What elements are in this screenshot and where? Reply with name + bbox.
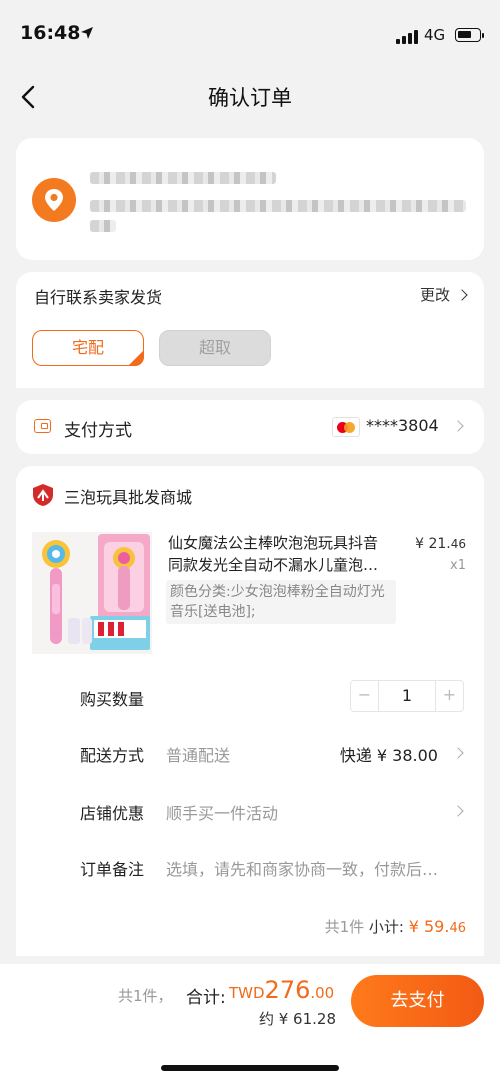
total-count: 共1件， [118,987,173,1005]
total-approx-cny: 约 ¥ 61.28 [258,1010,336,1028]
product-price-int: ¥ 21. [415,536,451,552]
page-title: 确认订单 [208,86,292,110]
shipping-label: 配送方式 [80,746,145,765]
delivery-option-home-label: 宅配 [71,338,104,357]
wallet-icon [34,419,51,433]
chevron-right-icon[interactable] [452,805,464,817]
subtotal-count: 共1件 [324,918,365,936]
home-indicator [161,1065,339,1071]
total-label: 合计: [186,988,226,1008]
product-spec: 颜色分类:少女泡泡棒粉全自动灯光音乐[送电池]; [166,580,396,624]
shop-discount-label: 店铺优惠 [80,804,145,823]
delivery-option-home[interactable]: 宅配 [32,330,144,366]
address-card[interactable] [16,138,484,260]
signal-icon [396,30,418,44]
quantity-minus-button[interactable]: − [351,681,379,711]
total-amount-dec: .00 [310,984,335,1002]
product-title[interactable]: 仙女魔法公主棒吹泡泡玩具抖音 同款发光全自动不漏水儿童泡… [168,532,398,576]
shop-order-card: 三泡玩具批发商城 仙女魔法公主棒吹泡泡玩具抖音 同款发光全自动不漏水儿童泡… ¥… [16,466,484,956]
check-icon [128,350,144,366]
status-time: 16:48 [20,22,81,44]
battery-icon [455,28,484,42]
subtotal-amount-dec: 46 [449,921,466,936]
address-detail-blurred-2 [90,220,116,232]
product-image-graphic [42,534,150,650]
product-price: ¥ 21.46 [415,536,466,552]
delivery-option-store-pickup[interactable]: 超取 [159,330,271,366]
product-title-line-1: 仙女魔法公主棒吹泡泡玩具抖音 [168,534,379,552]
order-note-input[interactable]: 选填，请先和商家协商一致，付款后… [166,856,438,880]
total-amount-int: 276 [264,976,311,1004]
shipping-method-value[interactable]: 普通配送 [166,742,230,766]
mastercard-icon [332,417,360,437]
quantity-plus-button[interactable]: + [435,681,463,711]
delivery-option-store-pickup-label: 超取 [198,338,231,357]
quantity-input[interactable]: 1 [380,681,434,711]
address-name-blurred [90,172,276,184]
delivery-change-link[interactable]: 更改 [419,284,468,305]
product-quantity: x1 [450,558,466,573]
payment-method-label: 支付方式 [64,421,132,441]
product-title-line-2: 同款发光全自动不漏水儿童泡… [168,556,379,574]
subtotal-amount: ¥ 59.46 [409,917,466,936]
delivery-change-label: 更改 [419,286,450,304]
address-detail-blurred [90,200,466,212]
payment-method-row[interactable]: 支付方式 ****3804 [16,400,484,454]
total-amount: TWD276.00 [229,976,334,1004]
quantity-label: 购买数量 [80,690,145,709]
checkout-bar: 共1件， 合计: TWD276.00 约 ¥ 61.28 去支付 [0,964,500,1083]
shop-name[interactable]: 三泡玩具批发商城 [64,484,192,508]
chevron-right-icon [452,420,464,432]
subtotal-amount-int: ¥ 59. [408,917,450,936]
shop-discount-value[interactable]: 顺手买一件活动 [166,800,278,824]
network-type: 4G [424,26,446,44]
delivery-method-title: 自行联系卖家发货 [34,288,163,307]
payment-card-number: ****3804 [366,416,439,435]
total-currency: TWD [229,984,265,1002]
delivery-card: 自行联系卖家发货 更改 宅配 超取 [16,272,484,388]
location-pin-icon [32,178,76,222]
subtotal-label: 小计: [368,918,404,936]
nav-bar: 确认订单 [0,70,500,126]
quantity-stepper: − 1 + [350,680,464,712]
shipping-price[interactable]: 快递 ¥ 38.00 [340,742,438,766]
chevron-right-icon [456,289,468,301]
location-arrow-icon [81,27,93,39]
order-note-label: 订单备注 [80,860,145,879]
chevron-right-icon[interactable] [452,747,464,759]
pay-button[interactable]: 去支付 [351,975,484,1027]
shop-subtotal: 共1件 小计: ¥ 59.46 [325,916,466,937]
status-bar: 16:48 4G [0,0,500,70]
shop-shield-icon [33,484,53,506]
product-price-dec: 46 [450,537,466,551]
product-image[interactable] [32,532,152,654]
